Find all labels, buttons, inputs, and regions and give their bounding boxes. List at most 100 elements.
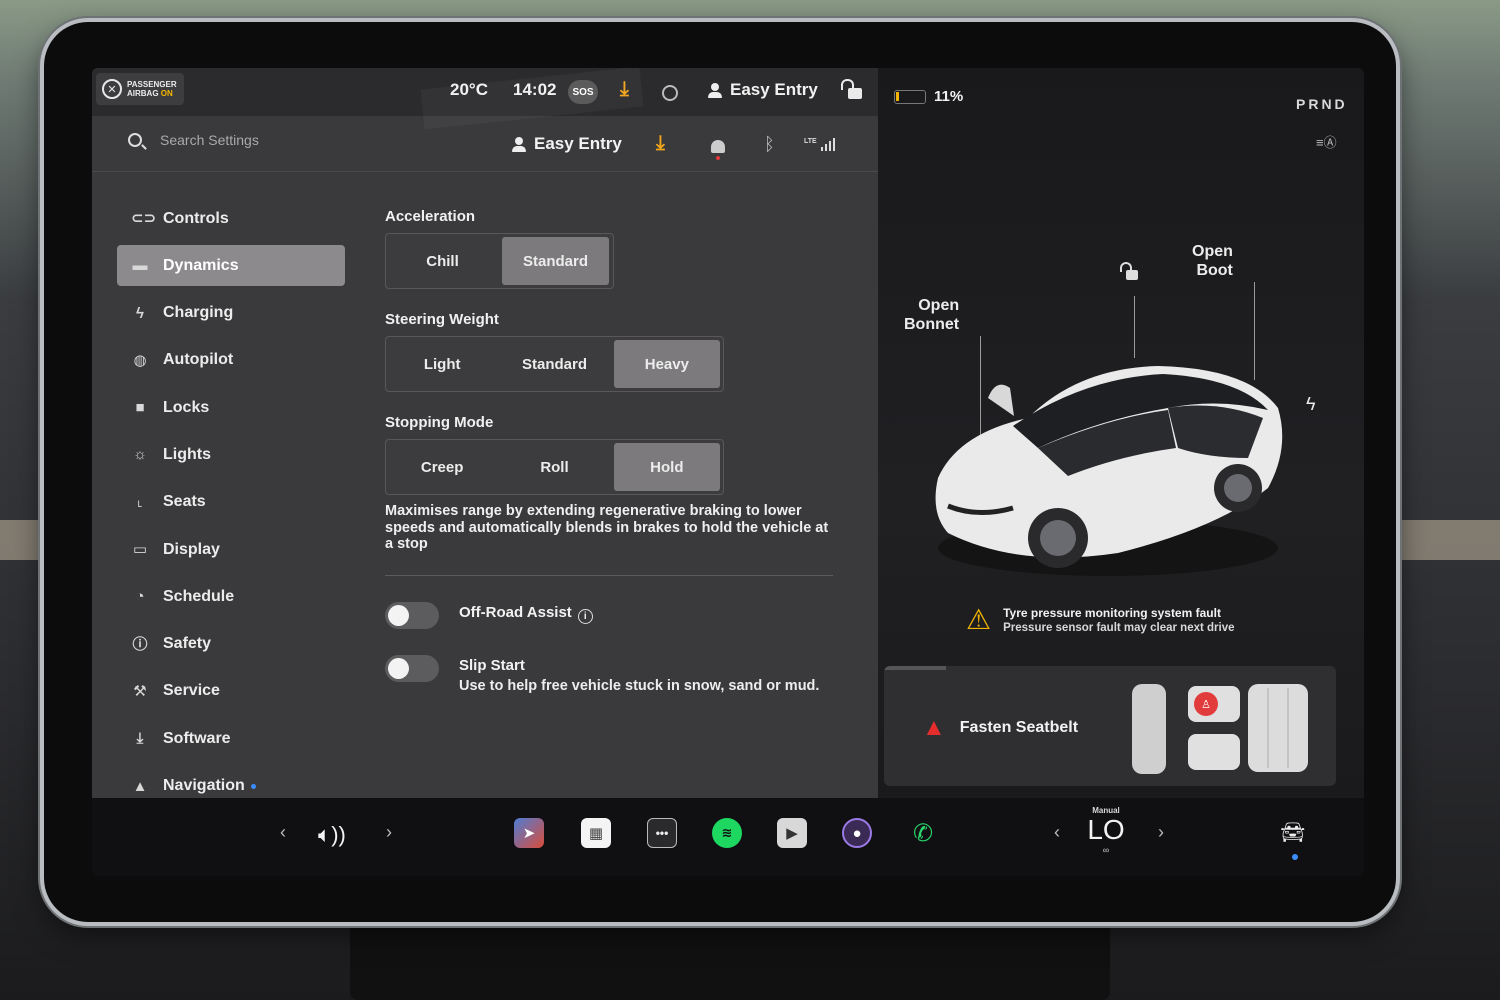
search-input[interactable] — [160, 132, 420, 148]
header-profile-button[interactable]: Easy Entry — [512, 134, 622, 154]
temp-down-chevron-icon[interactable]: ‹ — [1054, 822, 1060, 843]
bluetooth-icon[interactable]: ᛒ — [764, 134, 775, 155]
bottom-dock: ‹ 🔈︎)) › ➤ ▦ ••• ≋ ▶ ● ✆ ‹ Manual LO ∞ ›… — [92, 798, 1364, 876]
menu-item-safety[interactable]: ⓘ Safety — [117, 624, 345, 665]
search-icon — [128, 133, 142, 147]
display-icon: ▭ — [132, 541, 148, 559]
auto-headlight-icon: ≡Ⓐ — [1316, 135, 1337, 150]
steering-weight-selector: Light Standard Heavy — [385, 336, 724, 392]
vehicle-panel: 11% PRND ≡Ⓐ Open Bonnet Open Boot ϟ ⚠ Ty… — [878, 68, 1364, 798]
download-icon[interactable]: ⤓ — [620, 78, 629, 101]
person-icon — [512, 136, 526, 152]
menu-item-schedule[interactable]: ◔ Schedule — [117, 576, 345, 617]
settings-menu: ⊂⊃ Controls ▬ Dynamics ϟ Charging ◍ Auto… — [117, 198, 345, 813]
menu-item-display[interactable]: ▭ Display — [117, 529, 345, 570]
dashcam-icon[interactable] — [662, 85, 678, 101]
software-download-icon[interactable]: ⤓ — [656, 132, 665, 155]
calendar-app-icon[interactable]: ▦ — [581, 818, 611, 848]
info-icon[interactable]: i — [577, 608, 593, 624]
menu-item-seats[interactable]: ˪ Seats — [117, 482, 345, 523]
settings-panel: ✕ PASSENGER AIRBAG ON 20°C 14:02 SOS ⤓ E… — [92, 68, 878, 798]
menu-item-controls[interactable]: ⊂⊃ Controls — [117, 198, 345, 239]
passenger-airbag-indicator: ✕ PASSENGER AIRBAG ON — [96, 73, 184, 105]
spotify-app-icon[interactable]: ≋ — [712, 818, 742, 848]
menu-item-lights[interactable]: ☼ Lights — [117, 434, 345, 475]
battery-percent: 11% — [934, 88, 964, 105]
airbag-label: PASSENGER — [127, 80, 177, 89]
bolt-icon: ϟ — [136, 304, 144, 322]
offroad-assist-label: Off-Road Assist — [459, 603, 572, 621]
car-unlock-icon[interactable] — [1120, 262, 1138, 280]
camera-app-icon[interactable]: ● — [842, 818, 872, 848]
svg-text:♙: ♙ — [1201, 698, 1211, 711]
menu-item-charging[interactable]: ϟ Charging — [117, 293, 345, 334]
volume-icon[interactable]: 🔈︎)) — [318, 822, 346, 848]
charge-port-icon[interactable]: ϟ — [1306, 394, 1316, 415]
stopping-mode-description: Maximises range by extending regenerativ… — [385, 503, 829, 552]
lte-signal-icon: LTE — [804, 138, 835, 151]
steering-standard-button[interactable]: Standard — [498, 337, 610, 391]
stopping-mode-title: Stopping Mode — [385, 414, 494, 431]
open-bonnet-button[interactable]: Open Bonnet — [904, 296, 959, 334]
vehicle-model-icon — [935, 366, 1283, 576]
volume-up-chevron-icon[interactable]: › — [386, 822, 392, 843]
menu-item-autopilot[interactable]: ◍ Autopilot — [117, 340, 345, 381]
airbag-label-2: AIRBAG — [127, 89, 159, 98]
menu-item-dynamics[interactable]: ▬ Dynamics — [117, 245, 345, 287]
navigation-app-icon[interactable]: ➤ — [514, 818, 544, 848]
temp-up-chevron-icon[interactable]: › — [1158, 822, 1164, 843]
battery-icon — [894, 89, 926, 104]
seatbelt-warning-text: Fasten Seatbelt — [959, 719, 1079, 736]
profile-name: Easy Entry — [730, 80, 818, 99]
search-bar[interactable] — [128, 132, 420, 148]
acceleration-title: Acceleration — [385, 208, 476, 225]
acceleration-selector: Chill Standard — [385, 233, 614, 289]
acceleration-standard-button[interactable]: Standard — [502, 237, 609, 285]
seatbelt-card[interactable]: ▲ Fasten Seatbelt ♙ — [884, 666, 1336, 786]
volume-down-chevron-icon[interactable]: ‹ — [280, 822, 286, 843]
lock-icon: ■ — [135, 399, 145, 417]
slip-start-label: Slip Start — [459, 656, 525, 674]
climate-control[interactable]: Manual LO ∞ — [1078, 806, 1134, 855]
red-warning-icon: ▲ — [922, 714, 946, 741]
navigation-icon: ▲ — [132, 777, 148, 795]
center-console-background — [350, 920, 1110, 1000]
airbag-icon: ✕ — [102, 79, 122, 99]
steering-weight-title: Steering Weight — [385, 311, 499, 328]
stopping-creep-button[interactable]: Creep — [386, 440, 498, 494]
alert-circle-icon: ⓘ — [132, 635, 148, 653]
profile-button[interactable]: Easy Entry — [708, 80, 818, 100]
status-bar: ✕ PASSENGER AIRBAG ON 20°C 14:02 SOS ⤓ E… — [92, 68, 878, 116]
alarm-clock-icon: ◔ — [135, 588, 145, 606]
section-divider — [385, 574, 833, 576]
offroad-assist-toggle[interactable] — [385, 601, 439, 629]
slip-start-row: Slip Start Use to help free vehicle stuc… — [385, 654, 845, 697]
more-apps-icon[interactable]: ••• — [647, 818, 677, 848]
car-controls-icon[interactable]: 🚘︎ — [1280, 820, 1312, 844]
climate-temperature: LO — [1087, 814, 1125, 845]
notification-bell-icon[interactable] — [711, 140, 725, 160]
unlock-icon[interactable] — [841, 79, 862, 99]
seat-map-icon: ♙ — [1132, 684, 1308, 774]
airbag-status: ON — [160, 89, 173, 98]
acceleration-chill-button[interactable]: Chill — [386, 234, 499, 288]
slip-start-description: Use to help free vehicle stuck in snow, … — [459, 677, 820, 694]
update-dot — [250, 783, 256, 789]
battery-indicator: 11% — [894, 88, 963, 105]
media-player-icon[interactable]: ▶ — [777, 818, 807, 848]
tpms-alert: ⚠ Tyre pressure monitoring system fault … — [966, 606, 1235, 635]
menu-item-locks[interactable]: ■ Locks — [117, 387, 345, 428]
menu-item-service[interactable]: ⚒ Service — [117, 671, 345, 712]
steering-heavy-button[interactable]: Heavy — [613, 340, 721, 388]
slip-start-toggle[interactable] — [385, 654, 439, 682]
wrench-icon: ⚒ — [133, 682, 147, 700]
toggle-icon: ⊂⊃ — [131, 210, 157, 227]
open-boot-button[interactable]: Open Boot — [1192, 242, 1233, 280]
steering-light-button[interactable]: Light — [386, 337, 498, 391]
menu-item-software[interactable]: ⤓ Software — [117, 718, 345, 759]
sos-button[interactable]: SOS — [568, 80, 598, 104]
stopping-roll-button[interactable]: Roll — [498, 440, 610, 494]
phone-app-icon[interactable]: ✆ — [908, 818, 938, 848]
seat-icon: ˪ — [137, 493, 143, 511]
stopping-hold-button[interactable]: Hold — [613, 443, 721, 491]
